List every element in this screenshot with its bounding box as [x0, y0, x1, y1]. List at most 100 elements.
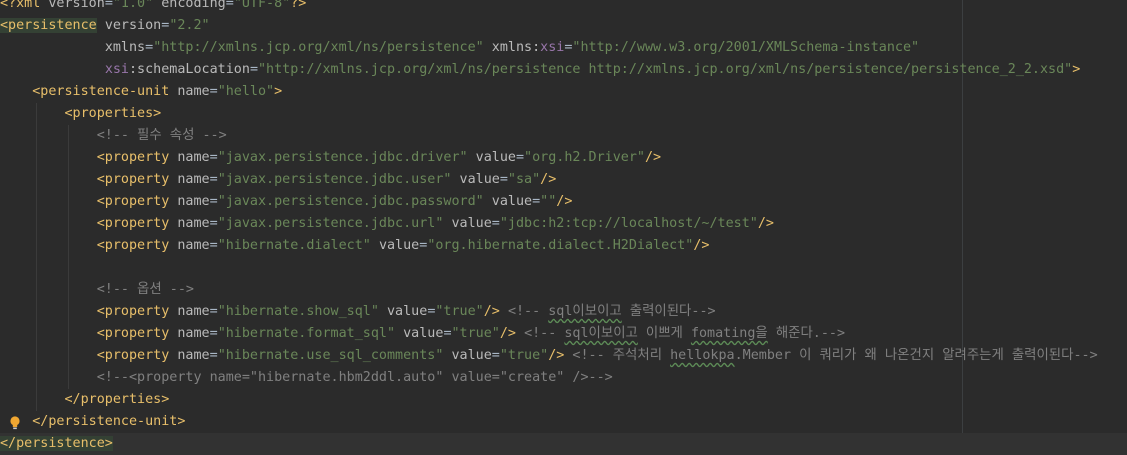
code-token: <property	[96, 194, 178, 209]
code-token: />	[757, 216, 774, 231]
code-token: hellokpa	[670, 348, 735, 363]
code-token: ?>	[290, 0, 307, 11]
code-token: name	[177, 326, 210, 341]
code-token: <!--<property name="hibernate.hbm2ddl.au…	[96, 370, 613, 385]
code-token: fomating을	[690, 326, 768, 341]
code-token: =	[209, 172, 218, 187]
code-token: xmlns	[104, 40, 146, 55]
code-token: =	[225, 0, 234, 11]
code-line[interactable]: xsi:schemaLocation="http://xmlns.jcp.org…	[0, 59, 1127, 81]
code-token: "hibernate.show_sql"	[217, 304, 379, 319]
code-token: <property	[96, 238, 178, 253]
code-token: name	[177, 150, 210, 165]
code-token: />	[499, 326, 516, 341]
code-token: name	[177, 348, 210, 363]
code-token: xsi	[104, 62, 129, 77]
code-line[interactable]	[0, 257, 1127, 279]
code-token: =	[145, 40, 154, 55]
code-line[interactable]: <persistence-unit name="hello">	[0, 81, 1127, 103]
code-token: =	[532, 194, 541, 209]
code-line[interactable]: <property name="javax.persistence.jdbc.p…	[0, 191, 1127, 213]
code-token: xml	[16, 0, 49, 11]
code-line[interactable]: <!-- 옵션 -->	[0, 279, 1127, 301]
code-token: =	[499, 172, 508, 187]
code-token: =	[209, 194, 218, 209]
code-token: "javax.persistence.jdbc.driver"	[217, 150, 468, 165]
code-line[interactable]: xmlns="http://xmlns.jcp.org/xml/ns/persi…	[0, 37, 1127, 59]
code-token: value	[387, 304, 428, 319]
code-token: />	[540, 172, 557, 187]
code-token: <property	[96, 150, 178, 165]
code-token: =	[209, 326, 218, 341]
code-token: "jdbc:h2:tcp://localhost/~/test"	[499, 216, 758, 231]
code-token: =	[515, 150, 525, 165]
code-token: />	[556, 194, 573, 209]
code-token: xsi	[540, 40, 565, 55]
code-line[interactable]: </persistence>	[0, 433, 1127, 455]
code-token: <property	[96, 326, 178, 341]
code-token: =	[491, 348, 500, 363]
code-line[interactable]: <properties>	[0, 103, 1127, 125]
code-token: <?	[0, 0, 17, 11]
code-line[interactable]: <!-- 필수 속성 -->	[0, 125, 1127, 147]
code-token: value	[459, 172, 500, 187]
code-token: "UTF-8"	[233, 0, 291, 11]
code-token: <!--	[507, 304, 549, 319]
code-line[interactable]: <property name="hibernate.format_sql" va…	[0, 323, 1127, 345]
code-line[interactable]: </properties>	[0, 389, 1127, 411]
code-token: =	[209, 348, 218, 363]
code-token: <persistence	[0, 18, 97, 33]
code-line[interactable]: <property name="hibernate.show_sql" valu…	[0, 301, 1127, 323]
code-token: value	[378, 238, 420, 253]
code-token: 이쁘게	[637, 326, 691, 341]
code-token: name	[177, 216, 210, 231]
code-token: />	[693, 238, 710, 253]
code-line[interactable]: <property name="javax.persistence.jdbc.u…	[0, 169, 1127, 191]
code-token: "hibernate.dialect"	[217, 238, 371, 253]
code-token: =	[209, 150, 218, 165]
code-token: <!-- 주석처리	[572, 348, 671, 363]
code-token: >	[1072, 62, 1081, 77]
code-token: "http://xmlns.jcp.org/xml/ns/persistence…	[153, 40, 484, 55]
code-token: name	[177, 172, 210, 187]
code-token: sql이보이고	[564, 326, 638, 341]
code-line[interactable]: <property name="javax.persistence.jdbc.d…	[0, 147, 1127, 169]
code-line[interactable]: <!--<property name="hibernate.hbm2ddl.au…	[0, 367, 1127, 389]
code-token: name	[177, 84, 210, 99]
code-line[interactable]: <property name="javax.persistence.jdbc.u…	[0, 213, 1127, 235]
code-line[interactable]: <property name="hibernate.use_sql_commen…	[0, 345, 1127, 367]
lightbulb-icon[interactable]	[9, 416, 21, 430]
code-token: "2.2"	[169, 18, 210, 33]
code-editor[interactable]: <?xml version="1.0" encoding="UTF-8"?> <p…	[0, 0, 1127, 455]
code-token: />	[483, 304, 500, 319]
code-line[interactable]: </persistence-unit>	[0, 411, 1127, 433]
code-token: =	[249, 62, 258, 77]
code-token: value	[451, 348, 492, 363]
code-token: value	[491, 194, 533, 209]
code-token: <properties>	[64, 106, 162, 121]
code-token: <!--	[524, 326, 565, 341]
code-token: =	[209, 84, 218, 99]
code-token: "org.hibernate.dialect.H2Dialect"	[427, 238, 694, 253]
code-token: "http://www.w3.org/2001/XMLSchema-instan…	[572, 40, 920, 55]
code-token: name	[177, 304, 210, 319]
code-token: "hibernate.use_sql_comments"	[217, 348, 444, 363]
code-line[interactable]: <persistence version="2.2"	[0, 15, 1127, 37]
code-token: ""	[540, 194, 557, 209]
code-token: "sa"	[507, 172, 541, 187]
code-token: version	[48, 0, 105, 11]
code-token: version	[104, 18, 162, 33]
code-token: =	[209, 304, 218, 319]
code-token: <property	[96, 304, 178, 319]
code-line[interactable]: <?xml version="1.0" encoding="UTF-8"?>	[0, 0, 1127, 15]
code-line[interactable]: <property name="hibernate.dialect" value…	[0, 235, 1127, 257]
code-token: value	[451, 216, 492, 231]
